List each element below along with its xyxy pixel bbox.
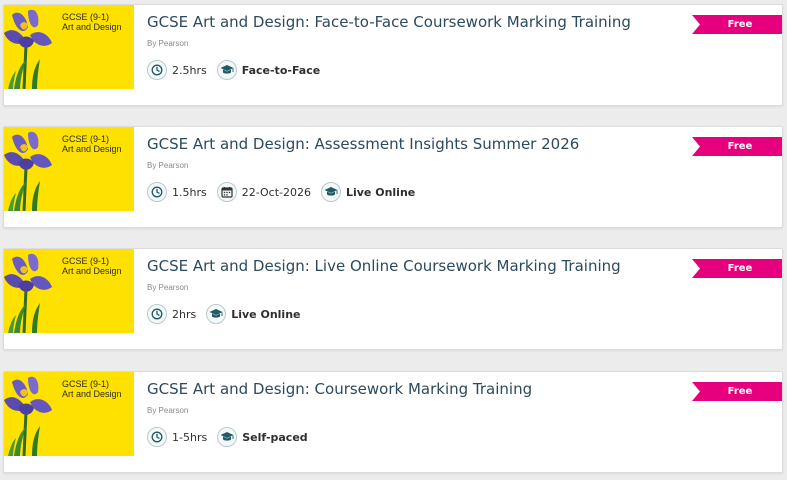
thumbnail-caption-line1: GCSE (9-1) [62,256,110,266]
meta-text: 1-5hrs [172,430,208,444]
meta-text: Self-paced [242,430,308,444]
meta-text: 2hrs [172,307,197,321]
graduation-cap-icon [320,182,341,202]
calendar-icon [216,182,237,202]
meta-text: 2.5hrs [172,63,207,77]
course-meta: 2.5hrs Face-to-Face [147,59,320,81]
course-title-link[interactable]: GCSE Art and Design: Coursework Marking … [147,380,532,398]
course-meta: 1.5hrs 22-Oct-2026 Live Online [147,181,415,203]
meta-item: 1-5hrs [147,427,207,447]
iris-flower-image [4,253,52,333]
meta-text: Face-to-Face [241,63,321,77]
iris-flower-image [4,9,52,89]
free-badge: Free [692,382,782,401]
meta-item: 2hrs [147,304,196,324]
free-badge: Free [692,137,782,156]
clock-icon [147,304,167,324]
thumbnail-caption: GCSE (9-1) Art and Design [62,12,134,32]
iris-flower-image [4,376,52,456]
thumbnail-caption: GCSE (9-1) Art and Design [62,134,134,154]
thumbnail-caption: GCSE (9-1) Art and Design [62,256,134,276]
course-card[interactable]: GCSE (9-1) Art and Design GCSE Art and Des… [3,126,783,228]
course-card[interactable]: GCSE (9-1) Art and Design GCSE Art and Des… [3,4,783,106]
course-card[interactable]: GCSE (9-1) Art and Design GCSE Art and Des… [3,248,783,350]
course-thumbnail[interactable]: GCSE (9-1) Art and Design [4,127,134,211]
course-title-link[interactable]: GCSE Art and Design: Assessment Insights… [147,135,579,153]
course-thumbnail[interactable]: GCSE (9-1) Art and Design [4,5,134,89]
meta-item: 2.5hrs [147,60,207,80]
thumbnail-caption-line1: GCSE (9-1) [62,12,110,22]
meta-item: Self-paced [217,427,308,447]
meta-text: 22-Oct-2026 [241,185,311,199]
clock-icon [147,182,167,202]
iris-flower-image [4,131,52,211]
course-meta: 2hrs Live Online [147,303,301,325]
course-provider: By Pearson [147,39,189,48]
course-list: GCSE (9-1) Art and Design GCSE Art and Des… [0,0,787,480]
thumbnail-caption-line2: Art and Design [62,22,122,32]
course-provider: By Pearson [147,406,189,415]
clock-icon [147,427,167,447]
meta-text: 1.5hrs [172,185,207,199]
thumbnail-caption-line1: GCSE (9-1) [62,379,110,389]
free-badge: Free [692,259,782,278]
graduation-cap-icon [217,427,238,447]
thumbnail-caption-line2: Art and Design [62,266,122,276]
meta-text: Live Online [345,185,416,199]
meta-item: Live Online [320,182,416,202]
graduation-cap-icon [216,60,237,80]
meta-item: 1.5hrs [147,182,207,202]
meta-item: Live Online [206,304,301,324]
course-title-link[interactable]: GCSE Art and Design: Face-to-Face Course… [147,13,631,31]
course-meta: 1-5hrs Self-paced [147,426,308,448]
meta-text: Live Online [231,307,301,321]
course-thumbnail[interactable]: GCSE (9-1) Art and Design [4,372,134,456]
course-provider: By Pearson [147,161,189,170]
thumbnail-caption-line2: Art and Design [62,389,122,399]
free-badge: Free [692,15,782,34]
clock-icon [147,60,167,80]
thumbnail-caption-line2: Art and Design [62,144,122,154]
thumbnail-caption: GCSE (9-1) Art and Design [62,379,134,399]
thumbnail-caption-line1: GCSE (9-1) [62,134,110,144]
course-card[interactable]: GCSE (9-1) Art and Design GCSE Art and Des… [3,371,783,473]
meta-item: 22-Oct-2026 [216,182,311,202]
course-provider: By Pearson [147,283,189,292]
graduation-cap-icon [206,304,227,324]
course-thumbnail[interactable]: GCSE (9-1) Art and Design [4,249,134,333]
meta-item: Face-to-Face [216,60,321,80]
course-title-link[interactable]: GCSE Art and Design: Live Online Coursew… [147,257,621,275]
